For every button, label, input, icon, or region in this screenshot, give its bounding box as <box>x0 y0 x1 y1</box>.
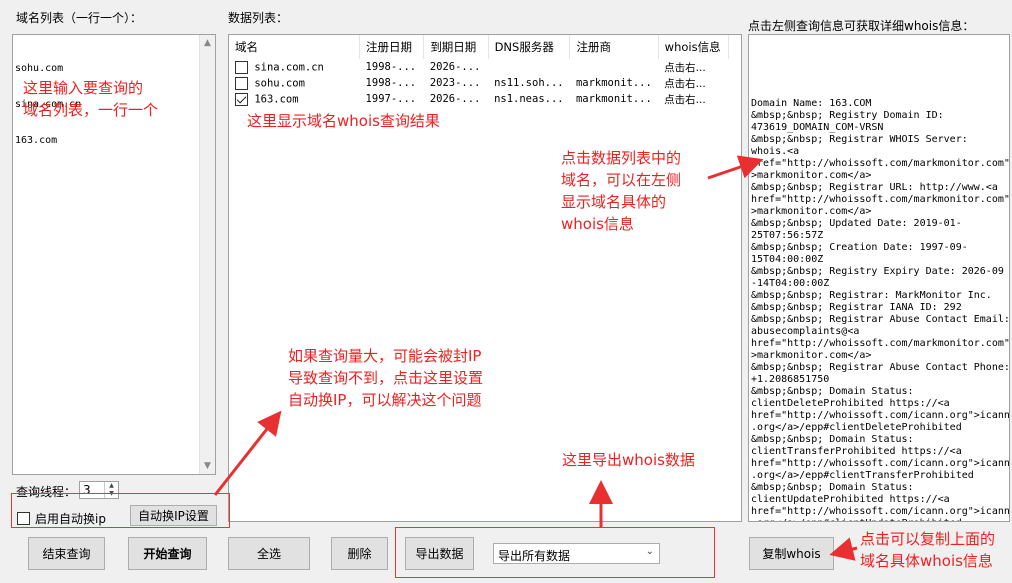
arrow-to-copy <box>829 537 858 561</box>
arrow-to-ip-hint <box>213 410 282 496</box>
annotation-arrows <box>213 155 858 561</box>
arrow-to-whois <box>707 155 764 180</box>
